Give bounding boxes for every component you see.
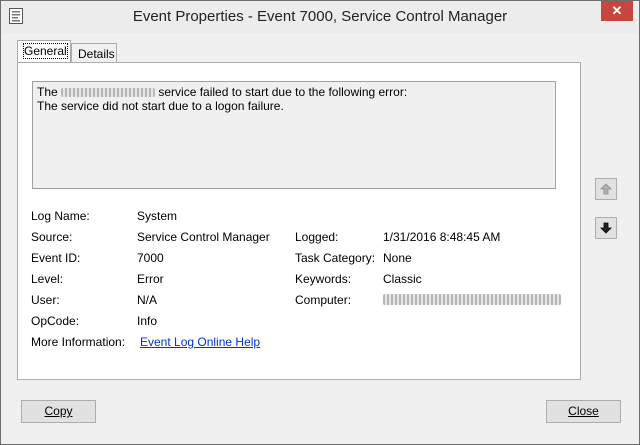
description-line-2: The service did not start due to a logon… [37,99,284,113]
tab-general-label: General [23,43,68,59]
task-category-value: None [383,251,412,265]
log-name-label: Log Name: [31,209,90,223]
close-window-button[interactable]: ✕ [601,1,633,21]
arrow-down-icon [600,222,612,234]
tab-general[interactable]: General [17,40,71,62]
keywords-label: Keywords: [295,272,352,286]
description-prefix: The [37,85,58,99]
event-description[interactable]: The service failed to start due to the f… [32,81,556,189]
event-properties-window: Event Properties - Event 7000, Service C… [0,0,640,445]
tab-details[interactable]: Details [71,43,117,62]
level-value: Error [137,272,164,286]
close-button[interactable]: Close [546,400,621,423]
source-value: Service Control Manager [137,230,270,244]
task-category-label: Task Category: [295,251,376,265]
level-label: Level: [31,272,64,286]
redacted-service-name [61,88,156,98]
tab-details-label: Details [78,47,115,61]
user-label: User: [31,293,60,307]
redacted-computer-name [383,294,561,306]
opcode-label: OpCode: [31,314,80,328]
logged-value: 1/31/2016 8:48:45 AM [383,230,501,244]
title-bar[interactable]: Event Properties - Event 7000, Service C… [1,1,639,33]
next-event-button[interactable] [595,217,617,239]
logged-label: Logged: [295,230,339,244]
description-suffix: service failed to start due to the follo… [158,85,408,99]
general-panel: The service failed to start due to the f… [17,62,581,380]
more-information-label: More Information: [31,335,126,349]
window-title: Event Properties - Event 7000, Service C… [132,8,508,25]
copy-button[interactable]: Copy [21,400,96,423]
computer-value-redacted [383,292,561,306]
copy-button-label: Copy [44,404,73,418]
source-label: Source: [31,230,73,244]
computer-label: Computer: [295,293,352,307]
event-id-label: Event ID: [31,251,81,265]
event-log-online-help-link[interactable]: Event Log Online Help [140,335,260,349]
description-line-1: The service failed to start due to the f… [37,85,551,99]
opcode-value: Info [137,314,158,328]
close-button-label: Close [568,404,599,418]
log-name-value: System [137,209,178,223]
keywords-value: Classic [383,272,422,286]
event-id-value: 7000 [137,251,164,265]
user-value: N/A [137,293,158,307]
arrow-up-icon [600,183,612,195]
previous-event-button[interactable] [595,178,617,200]
